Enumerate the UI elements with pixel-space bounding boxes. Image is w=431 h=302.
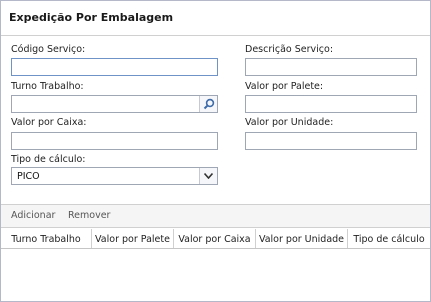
chevron-down-icon	[204, 173, 213, 179]
tipo-calculo-label: Tipo de cálculo:	[11, 154, 86, 165]
expedicao-panel: Expedição Por Embalagem Código Serviço: …	[0, 0, 431, 302]
valor-por-caixa-label: Valor por Caixa:	[11, 117, 87, 128]
codigo-servico-input[interactable]	[11, 58, 218, 76]
column-header-valor-por-caixa[interactable]: Valor por Caixa	[174, 229, 256, 248]
valor-por-unidade-label: Valor por Unidade:	[245, 117, 334, 128]
panel-title: Expedição Por Embalagem	[9, 11, 174, 24]
valor-por-palete-input[interactable]	[245, 95, 417, 113]
descricao-servico-label: Descrição Serviço:	[245, 44, 334, 55]
valor-por-caixa-input[interactable]	[11, 132, 218, 150]
valor-por-unidade-input[interactable]	[245, 132, 417, 150]
turno-trabalho-label: Turno Trabalho:	[11, 81, 84, 92]
grid-header: Turno Trabalho Valor por Palete Valor po…	[1, 229, 430, 249]
tipo-calculo-value: PICO	[17, 171, 40, 182]
column-header-valor-por-unidade[interactable]: Valor por Unidade	[256, 229, 348, 248]
descricao-servico-input[interactable]	[245, 58, 417, 76]
codigo-servico-label: Código Serviço:	[11, 44, 86, 55]
search-icon	[203, 98, 214, 110]
turno-trabalho-search-button[interactable]	[199, 96, 217, 112]
add-button[interactable]: Adicionar	[11, 210, 55, 221]
column-header-turno-trabalho[interactable]: Turno Trabalho	[1, 229, 92, 248]
column-header-valor-por-palete[interactable]: Valor por Palete	[92, 229, 174, 248]
grid-body	[1, 249, 430, 301]
valor-por-palete-label: Valor por Palete:	[245, 81, 324, 92]
panel-header: Expedição Por Embalagem	[1, 1, 430, 36]
tipo-calculo-select[interactable]: PICO	[11, 167, 218, 185]
tipo-calculo-dropdown-button[interactable]	[199, 168, 217, 184]
turno-trabalho-field[interactable]	[11, 95, 218, 113]
remove-button[interactable]: Remover	[68, 210, 110, 221]
column-header-tipo-calculo[interactable]: Tipo de cálculo	[348, 229, 430, 248]
grid-toolbar: Adicionar Remover	[1, 204, 430, 228]
